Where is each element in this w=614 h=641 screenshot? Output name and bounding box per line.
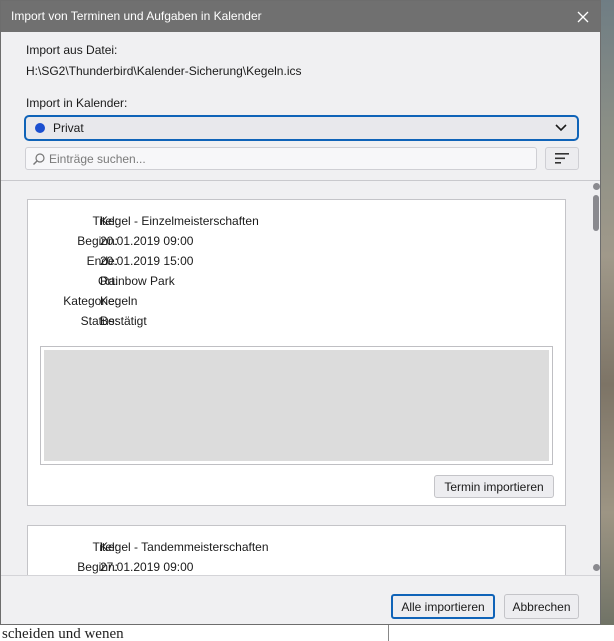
- sort-button[interactable]: [545, 147, 579, 170]
- event-field-value: Kegeln: [100, 294, 138, 308]
- background-divider: [388, 625, 389, 641]
- event-field-row: Ort: Rainbow Park: [28, 274, 565, 292]
- footer-separator: [1, 575, 600, 576]
- event-field-row: Beginn: 27.01.2019 09:00: [28, 560, 565, 575]
- close-button[interactable]: [566, 1, 600, 32]
- search-icon: [32, 152, 46, 166]
- import-dialog: Import von Terminen und Aufgaben in Kale…: [0, 0, 601, 625]
- close-icon: [577, 11, 589, 22]
- event-card: Titel: Kegel - Einzelmeisterschaften Beg…: [27, 199, 566, 506]
- event-field-value: Rainbow Park: [100, 274, 175, 288]
- import-event-button[interactable]: Termin importieren: [434, 475, 554, 498]
- event-field-row: Status: Bestätigt: [28, 314, 565, 332]
- event-field-value: Kegel - Einzelmeisterschaften: [100, 214, 259, 228]
- search-input[interactable]: [49, 151, 536, 166]
- titlebar: Import von Terminen und Aufgaben in Kale…: [1, 1, 600, 32]
- chevron-down-icon: [549, 116, 573, 140]
- window-title: Import von Terminen und Aufgaben in Kale…: [11, 9, 262, 23]
- cancel-button[interactable]: Abbrechen: [504, 594, 579, 619]
- calendar-color-dot: [35, 123, 45, 133]
- scroll-up-indicator[interactable]: [593, 183, 600, 190]
- calendar-select-value: Privat: [53, 121, 84, 135]
- event-field-value: 20.01.2019 15:00: [100, 254, 194, 268]
- event-list: Titel: Kegel - Einzelmeisterschaften Beg…: [1, 181, 600, 575]
- event-field-row: Kategorie: Kegeln: [28, 294, 565, 312]
- event-field-row: Ende: 20.01.2019 15:00: [28, 254, 565, 272]
- import-file-path: H:\SG2\Thunderbird\Kalender-Sicherung\Ke…: [26, 64, 302, 78]
- event-field-row: Titel: Kegel - Tandemmeisterschaften: [28, 540, 565, 558]
- event-description: [40, 346, 553, 465]
- calendar-select-label: Import in Kalender:: [26, 96, 128, 110]
- event-field-value: 20.01.2019 09:00: [100, 234, 194, 248]
- background-scenery: [601, 0, 614, 641]
- sort-icon: [555, 153, 569, 164]
- event-field-row: Titel: Kegel - Einzelmeisterschaften: [28, 214, 565, 232]
- scrollbar-thumb[interactable]: [593, 195, 599, 231]
- import-file-label: Import aus Datei:: [26, 43, 118, 57]
- background-text: scheiden und wenen: [2, 626, 124, 641]
- search-field[interactable]: [25, 147, 537, 170]
- event-field-value: 27.01.2019 09:00: [100, 560, 194, 574]
- event-field-value: Bestätigt: [100, 314, 147, 328]
- scroll-down-indicator[interactable]: [593, 564, 600, 571]
- event-field-row: Beginn: 20.01.2019 09:00: [28, 234, 565, 252]
- event-description-content: [44, 350, 549, 461]
- event-card: Titel: Kegel - Tandemmeisterschaften Beg…: [27, 525, 566, 575]
- calendar-select[interactable]: Privat: [24, 115, 579, 141]
- import-all-button[interactable]: Alle importieren: [391, 594, 495, 619]
- event-field-value: Kegel - Tandemmeisterschaften: [100, 540, 269, 554]
- vertical-scrollbar[interactable]: [591, 181, 601, 575]
